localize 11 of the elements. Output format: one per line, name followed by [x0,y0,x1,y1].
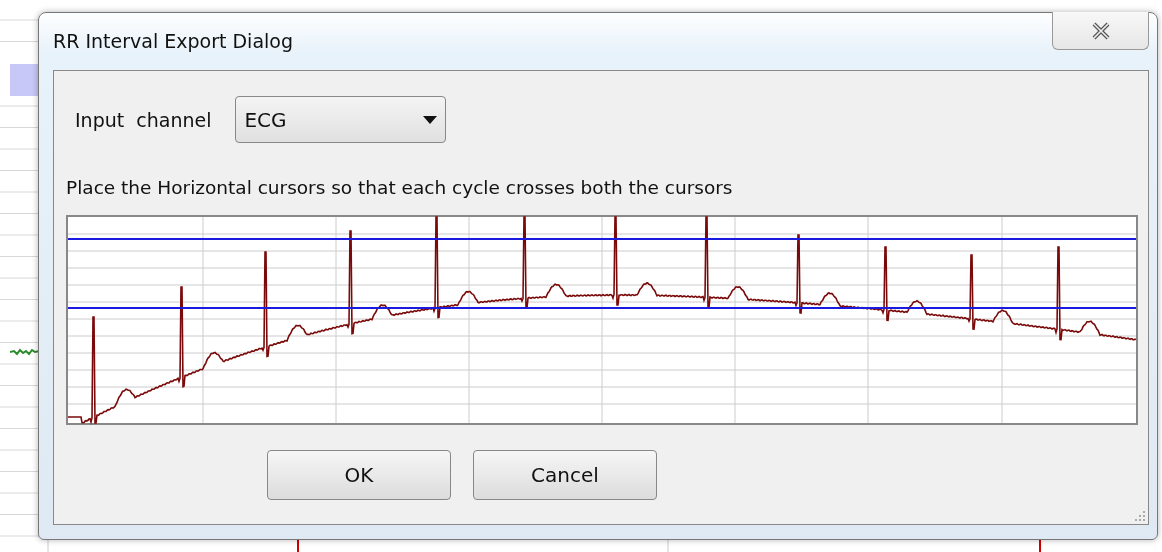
channel-dropdown[interactable]: ECG [235,96,447,143]
selection-highlight [10,64,40,96]
signal-trace [10,348,40,356]
instruction-text: Place the Horizontal cursors so that each cycle crosses both the cursors [66,177,734,198]
close-button[interactable] [1052,12,1149,50]
dialog-button[interactable]: OK [267,450,451,500]
resize-grip-icon [1134,510,1146,522]
window-title: RR Interval Export Dialog [53,30,293,52]
dialog-button[interactable]: Cancel [473,450,657,500]
caret-icon [423,115,438,124]
field-label: Input channel [75,108,212,131]
